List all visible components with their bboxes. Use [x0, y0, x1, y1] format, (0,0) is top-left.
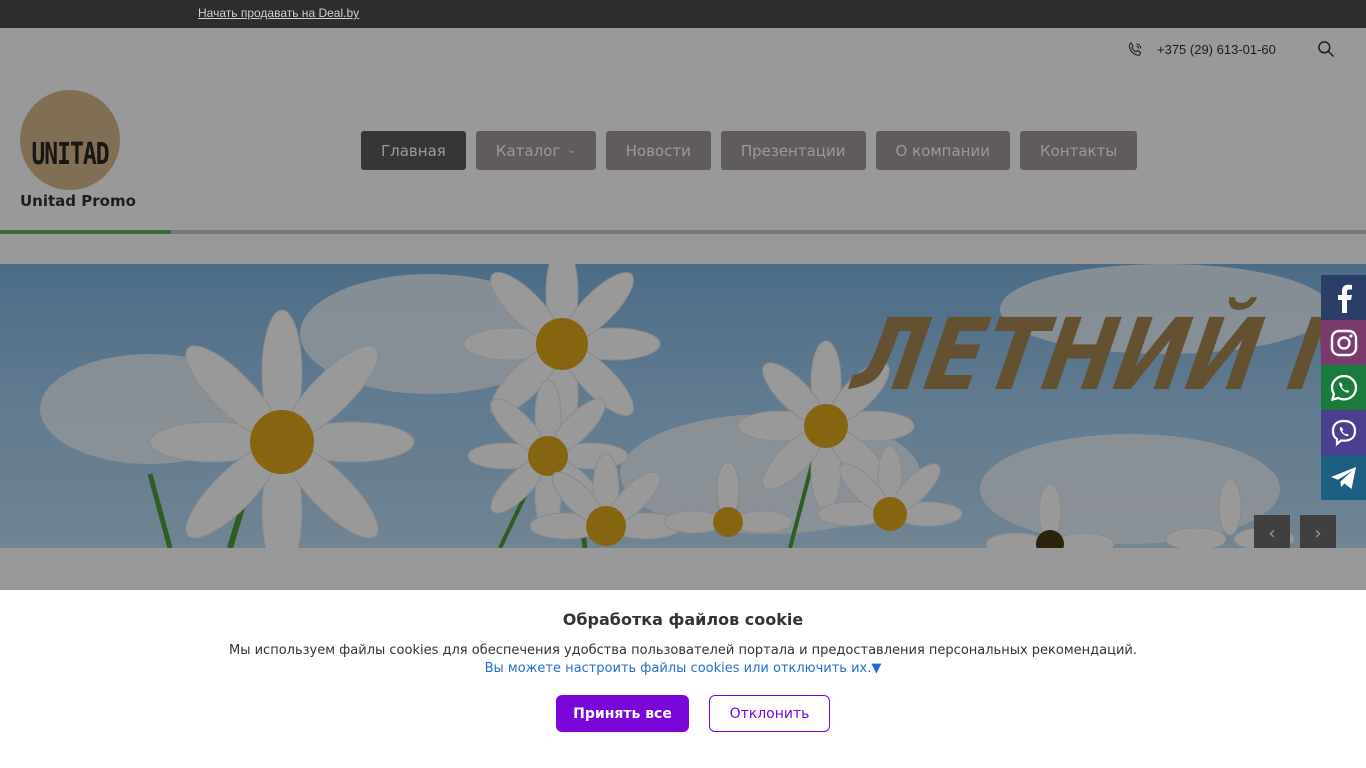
nav-item-about[interactable]: О компании	[875, 131, 1010, 170]
site-header: +375 (29) 613-01-60 UNITAD Unitad Promo …	[0, 28, 1366, 264]
nav-item-presentations[interactable]: Презентации	[720, 131, 866, 170]
hero-slider: ЛЕТНИЙ МЕРЧ! ‹ ›	[0, 264, 1366, 548]
nav-label: Каталог	[495, 141, 561, 160]
nav-label: Презентации	[740, 141, 846, 160]
slider-next-button[interactable]: ›	[1300, 515, 1336, 548]
social-sidebar	[1321, 275, 1366, 500]
nav-label: Контакты	[1039, 141, 1118, 160]
nav-label: Главная	[381, 141, 446, 160]
phone-icon	[1128, 42, 1142, 56]
decline-button[interactable]: Отклонить	[709, 695, 830, 732]
search-icon[interactable]	[1316, 39, 1336, 59]
viber-button[interactable]	[1321, 410, 1366, 455]
brand-name[interactable]: Unitad Promo	[20, 192, 136, 210]
nav-label: Новости	[625, 141, 691, 160]
banner-title: ЛЕТНИЙ МЕРЧ!	[845, 298, 1366, 413]
nav-item-catalog[interactable]: Каталог ⌄	[475, 131, 596, 170]
phone-number[interactable]: +375 (29) 613-01-60	[1157, 42, 1276, 57]
cookie-description: Мы используем файлы cookies для обеспече…	[228, 643, 1137, 658]
facebook-button[interactable]	[1321, 275, 1366, 320]
nav-item-contacts[interactable]: Контакты	[1019, 131, 1138, 170]
page-progress-fill	[0, 230, 171, 234]
cookie-title: Обработка файлов cookie	[562, 610, 804, 629]
top-bar: Начать продавать на Deal.by	[0, 0, 1366, 28]
viber-icon	[1331, 419, 1356, 446]
logo-text: UNITAD	[31, 138, 109, 172]
chevron-left-icon: ‹	[1268, 522, 1276, 544]
nav-item-news[interactable]: Новости	[605, 131, 711, 170]
logo[interactable]: UNITAD	[20, 90, 120, 190]
instagram-button[interactable]	[1321, 320, 1366, 365]
whatsapp-icon	[1330, 374, 1357, 401]
sell-on-deal-link[interactable]: Начать продавать на Deal.by	[198, 6, 359, 20]
nav-label: О компании	[895, 141, 990, 160]
nav-item-home[interactable]: Главная	[361, 131, 466, 170]
telegram-icon	[1330, 466, 1356, 489]
instagram-icon	[1330, 329, 1357, 356]
chevron-right-icon: ›	[1314, 522, 1322, 544]
whatsapp-button[interactable]	[1321, 365, 1366, 410]
facebook-icon	[1337, 284, 1352, 313]
slider-prev-button[interactable]: ‹	[1254, 515, 1290, 548]
page-progress-bar	[0, 230, 1366, 234]
cookie-consent-panel: Обработка файлов cookie Мы используем фа…	[0, 590, 1366, 768]
cookie-settings-link[interactable]: Вы можете настроить файлы cookies или от…	[0, 661, 1366, 676]
accept-all-button[interactable]: Принять все	[556, 695, 689, 732]
main-nav: Главная Каталог ⌄ Новости Презентации О к…	[361, 131, 1138, 170]
chevron-down-icon: ⌄	[567, 145, 576, 156]
telegram-button[interactable]	[1321, 455, 1366, 500]
